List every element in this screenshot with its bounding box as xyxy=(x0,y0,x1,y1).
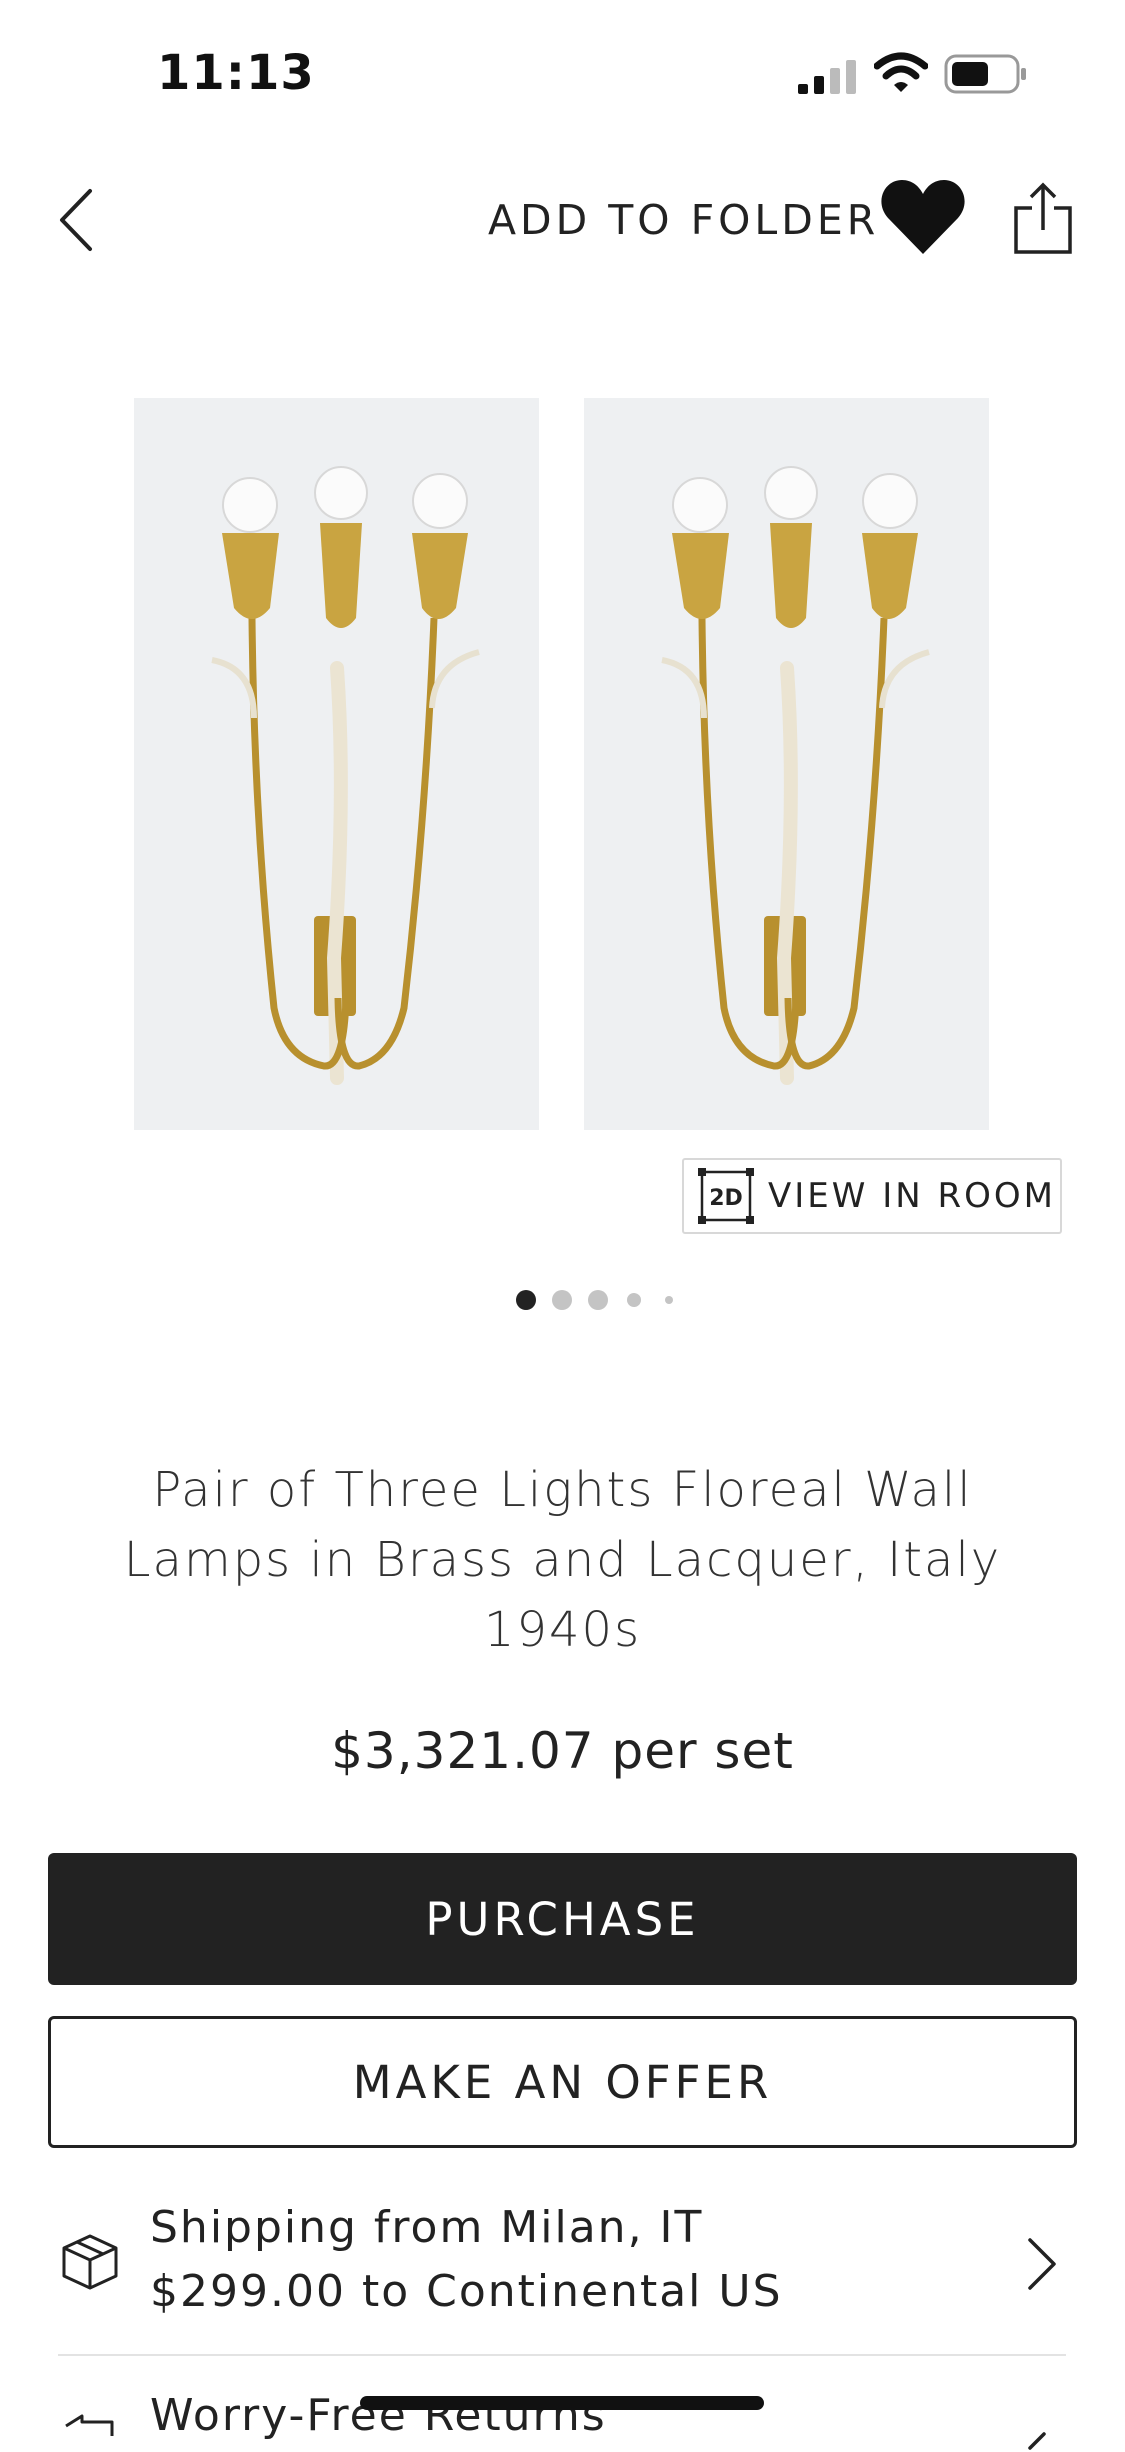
add-to-folder-button[interactable]: ADD TO FOLDER xyxy=(488,196,879,244)
shipping-row[interactable]: Shipping from Milan, IT $299.00 to Conti… xyxy=(48,2180,1077,2350)
purchase-button[interactable]: PURCHASE xyxy=(48,1853,1077,1985)
pagination-dot[interactable] xyxy=(665,1296,673,1304)
view-in-room-button[interactable]: 2D VIEW IN ROOM xyxy=(682,1158,1062,1234)
share-icon[interactable] xyxy=(1012,182,1074,254)
back-button[interactable] xyxy=(46,180,106,260)
wall-sconce-illustration xyxy=(584,398,989,1130)
cellular-signal-icon xyxy=(798,60,856,94)
divider xyxy=(58,2354,1066,2356)
returns-icon xyxy=(65,2414,114,2436)
view-2d-icon: 2D xyxy=(698,1168,754,1224)
heart-icon[interactable] xyxy=(880,178,966,258)
view-in-room-label: VIEW IN ROOM xyxy=(768,1176,1056,1216)
status-time: 11:13 xyxy=(157,45,315,101)
home-indicator[interactable] xyxy=(360,2396,764,2410)
product-image-2[interactable] xyxy=(584,398,989,1130)
product-price: $3,321.07 per set xyxy=(331,1722,794,1780)
chevron-left-icon xyxy=(60,189,92,251)
wifi-icon xyxy=(874,52,928,92)
product-image-1[interactable] xyxy=(134,398,539,1130)
pagination-dot[interactable] xyxy=(627,1293,641,1307)
carousel-pagination xyxy=(0,1280,1125,1320)
pagination-dot[interactable] xyxy=(552,1290,572,1310)
make-offer-button[interactable]: MAKE AN OFFER xyxy=(48,2016,1077,2148)
chevron-right-icon xyxy=(1028,2238,1056,2290)
pagination-dot[interactable] xyxy=(588,1290,608,1310)
pagination-dot-active[interactable] xyxy=(516,1290,536,1310)
chevron-right-icon xyxy=(1028,2432,1046,2450)
product-title: Pair of Three Lights Floreal Wall Lamps … xyxy=(123,1462,1002,1658)
shipping-cost: $299.00 to Continental US xyxy=(150,2266,783,2317)
battery-icon xyxy=(944,54,1026,94)
package-icon xyxy=(62,2234,118,2290)
wall-sconce-illustration xyxy=(134,398,539,1130)
view-2d-badge: 2D xyxy=(709,1186,743,1211)
shipping-origin: Shipping from Milan, IT xyxy=(150,2202,704,2253)
